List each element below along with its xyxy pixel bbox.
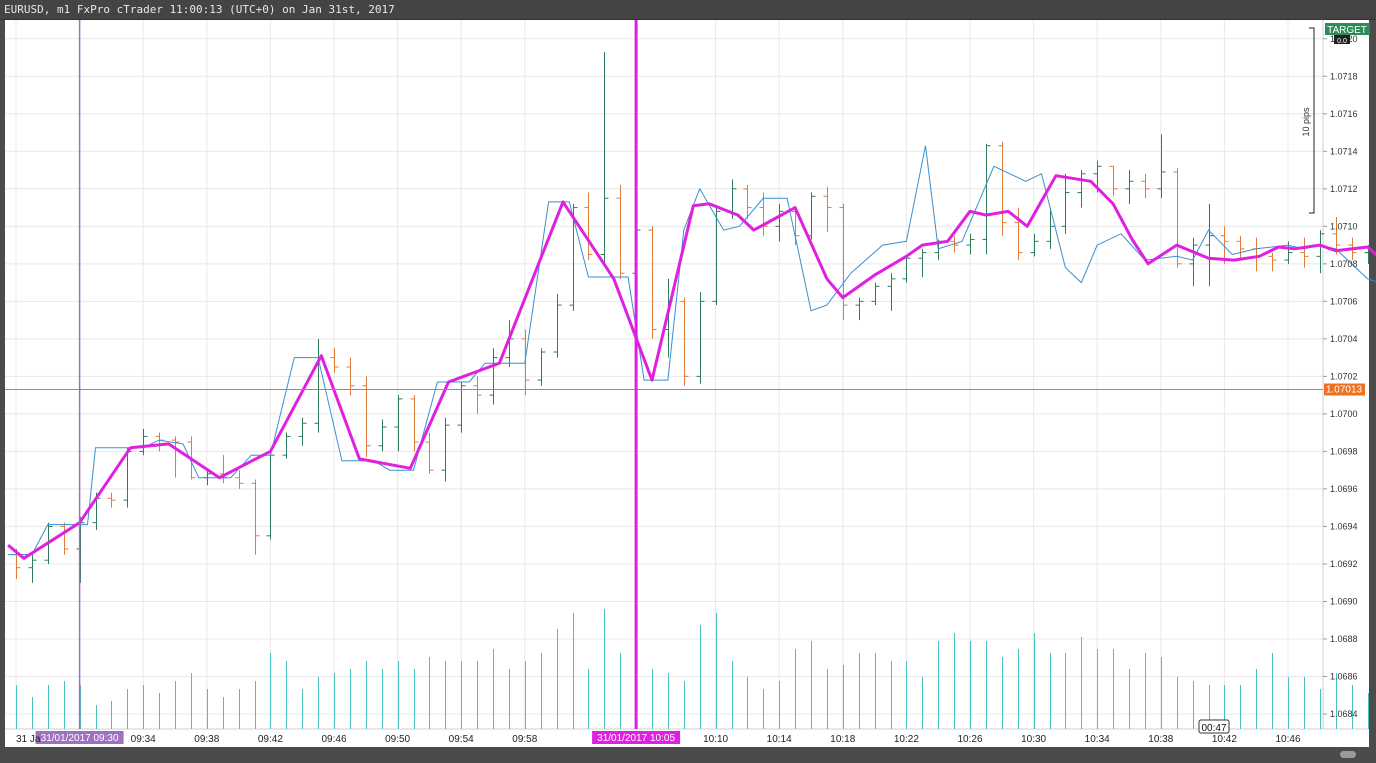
- x-tick-label: 10:22: [894, 734, 919, 745]
- y-tick-label: 1.0694: [1330, 521, 1358, 531]
- x-tick-label: 10:42: [1212, 734, 1237, 745]
- plot-area[interactable]: [5, 20, 1323, 729]
- x-tick-label: 10:34: [1085, 734, 1110, 745]
- y-tick-label: 1.0712: [1330, 184, 1358, 194]
- y-tick-label: 1.0702: [1330, 371, 1358, 381]
- price-chart[interactable]: 31/01/2017 09:30 31/01/2017 10:05 1.0684 1…: [0, 0, 1376, 763]
- x-tick-label: 09:54: [449, 734, 474, 745]
- x-tick-label: 10:26: [957, 734, 982, 745]
- x-tick-label: 09:38: [194, 734, 219, 745]
- x-tick-label: 09:58: [512, 734, 537, 745]
- current-price-label: 1.07013: [1326, 385, 1363, 396]
- countdown-label: 00:47: [1201, 723, 1226, 734]
- horizontal-scrollbar-thumb[interactable]: [1340, 751, 1356, 758]
- y-tick-label: 1.0684: [1330, 709, 1358, 719]
- x-tick-label: 09:34: [131, 734, 156, 745]
- target-sub-label: 0.0: [1337, 38, 1347, 45]
- x-tick-label: 10:46: [1275, 734, 1300, 745]
- x-tick-label: 09:46: [321, 734, 346, 745]
- y-tick-label: 1.0716: [1330, 109, 1358, 119]
- y-tick-label: 1.0714: [1330, 146, 1358, 156]
- target-label: TARGET: [1327, 25, 1367, 36]
- x-tick-label: 10:10: [703, 734, 728, 745]
- marker-label-right: 31/01/2017 10:05: [597, 733, 675, 744]
- x-tick-label: 10:38: [1148, 734, 1173, 745]
- y-tick-label: 1.0718: [1330, 71, 1358, 81]
- y-tick-label: 1.0706: [1330, 296, 1358, 306]
- y-tick-label: 1.0688: [1330, 634, 1358, 644]
- y-tick-label: 1.0690: [1330, 596, 1358, 606]
- y-tick-label: 1.0710: [1330, 221, 1358, 231]
- y-tick-label: 1.0686: [1330, 671, 1358, 681]
- x-tick-label: 10:30: [1021, 734, 1046, 745]
- x-tick-label: 09:50: [385, 734, 410, 745]
- y-tick-label: 1.0704: [1330, 334, 1358, 344]
- y-tick-label: 1.0708: [1330, 259, 1358, 269]
- x-tick-label: 10:14: [767, 734, 792, 745]
- marker-label-left: 31/01/2017 09:30: [41, 733, 119, 744]
- y-tick-label: 1.0692: [1330, 559, 1358, 569]
- x-tick-label: 10:18: [830, 734, 855, 745]
- x-first-label: 31 Ja: [16, 734, 41, 745]
- pips-ruler-label: 10 pips: [1301, 107, 1311, 137]
- x-tick-label: 09:42: [258, 734, 283, 745]
- y-tick-label: 1.0700: [1330, 409, 1358, 419]
- y-tick-label: 1.0696: [1330, 484, 1358, 494]
- y-tick-label: 1.0698: [1330, 446, 1358, 456]
